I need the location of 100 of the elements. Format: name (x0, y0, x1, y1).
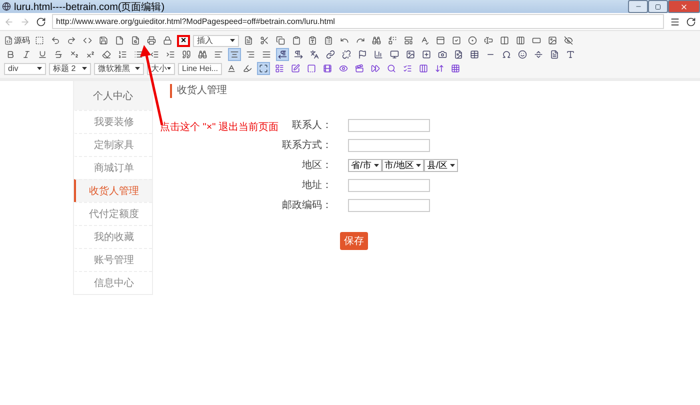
minimize-icon (634, 3, 642, 10)
highlight-icon[interactable] (241, 62, 254, 75)
grid-icon[interactable] (449, 62, 462, 75)
video-icon[interactable] (321, 62, 334, 75)
caret-icon (135, 67, 140, 70)
omega-icon[interactable] (500, 48, 513, 61)
unlink-icon[interactable] (340, 48, 353, 61)
page-break-icon[interactable] (532, 48, 545, 61)
underline-icon[interactable] (36, 48, 49, 61)
region-select[interactable]: 县/区 (424, 158, 458, 172)
insert-select[interactable]: 插入 (193, 34, 239, 46)
redo-icon[interactable] (65, 34, 78, 47)
media-icon[interactable] (353, 62, 366, 75)
maximize-icon (655, 4, 661, 10)
file-info-icon[interactable] (548, 48, 561, 61)
page-title: 收货人管理 (170, 84, 227, 98)
eraser-icon[interactable] (100, 48, 113, 61)
image-button-icon[interactable] (546, 34, 559, 47)
field-label: 地区： (302, 158, 332, 172)
undo-icon[interactable] (49, 34, 62, 47)
text-field-icon[interactable] (482, 34, 495, 47)
link-icon[interactable] (324, 48, 337, 61)
align-center-icon[interactable] (228, 48, 241, 61)
caret-icon (167, 67, 171, 70)
binoculars-icon[interactable] (196, 48, 209, 61)
field-label: 联系人： (292, 118, 332, 132)
region-select[interactable]: 省/市 (348, 158, 382, 172)
annotation-text: 点击这个 "×" 退出当前页面 (160, 120, 278, 134)
paste-word-icon[interactable] (322, 34, 335, 47)
caret-icon (230, 39, 235, 42)
heading-select[interactable]: 标题 2 (49, 62, 91, 74)
input-field[interactable] (348, 198, 430, 212)
show-blocks-icon[interactable] (273, 62, 286, 75)
template-icon[interactable] (242, 34, 255, 47)
new-page-icon[interactable] (113, 34, 126, 47)
replace-icon[interactable] (386, 34, 399, 47)
image-icon[interactable] (404, 48, 417, 61)
select-all-icon[interactable] (33, 34, 46, 47)
input-field[interactable] (348, 178, 430, 192)
print-icon[interactable] (145, 34, 158, 47)
flag-icon[interactable] (356, 48, 369, 61)
caret-icon (416, 164, 422, 166)
line-height-select[interactable]: Line Hei... (178, 62, 222, 74)
search-icon[interactable] (385, 62, 398, 75)
smiley-icon[interactable] (516, 48, 529, 61)
menu-icon[interactable] (670, 16, 680, 26)
find-icon[interactable] (370, 34, 383, 47)
camera-icon[interactable] (436, 48, 449, 61)
field-label: 邮政编码： (282, 198, 332, 212)
refresh-icon[interactable] (686, 16, 696, 26)
address-field[interactable]: http://www.wware.org/guieditor.html?ModPagespeed=off#betrain.com/luru.html (52, 14, 664, 29)
form-field-icon[interactable] (434, 34, 447, 47)
plus-icon[interactable] (420, 48, 433, 61)
hidden-field-icon[interactable] (562, 34, 575, 47)
font-select[interactable]: 微软雅黑 (94, 62, 144, 74)
caret-icon (450, 164, 455, 166)
forward-icon[interactable] (369, 62, 382, 75)
size-select[interactable]: 大小 (147, 62, 175, 74)
source-button[interactable]: 源码 (4, 35, 30, 46)
ltr-icon[interactable] (276, 48, 289, 61)
copy-icon[interactable] (274, 34, 287, 47)
caret-icon (374, 164, 379, 166)
checkbox-icon[interactable] (450, 34, 463, 47)
reload-icon[interactable] (36, 16, 46, 26)
font-icon[interactable] (564, 48, 577, 61)
quote-icon[interactable] (180, 48, 193, 61)
caret-icon (82, 67, 87, 70)
input-field[interactable] (348, 138, 430, 152)
field-label: 联系方式： (282, 138, 332, 152)
browser-icon (2, 2, 11, 11)
field-label: 地址： (302, 178, 332, 192)
maximize-icon[interactable] (257, 62, 270, 75)
columns-icon[interactable] (417, 62, 430, 75)
rtl-icon[interactable] (292, 48, 305, 61)
numbered-list-icon[interactable] (116, 48, 129, 61)
table-icon[interactable] (468, 48, 481, 61)
monitor-icon[interactable] (388, 48, 401, 61)
chart-icon[interactable] (372, 48, 385, 61)
paste-text-icon[interactable] (306, 34, 319, 47)
cut-icon[interactable] (258, 34, 271, 47)
lock-icon[interactable] (161, 34, 174, 47)
code-file-icon (4, 36, 13, 45)
close-editor-button[interactable]: × (177, 34, 190, 46)
radio-icon[interactable] (466, 34, 479, 47)
maximize-button[interactable] (648, 0, 668, 13)
strikethrough-icon[interactable] (52, 48, 65, 61)
preview-icon[interactable] (129, 34, 142, 47)
paste-icon[interactable] (290, 34, 303, 47)
close-icon (680, 2, 688, 10)
file-icon[interactable] (452, 48, 465, 61)
format-select[interactable]: div (4, 62, 46, 74)
save-button[interactable]: 保存 (340, 232, 368, 250)
region-select[interactable]: 市/地区 (382, 158, 424, 172)
save-icon[interactable] (97, 34, 110, 47)
input-field[interactable] (348, 118, 430, 132)
caret-icon (37, 67, 42, 70)
sidebar-title: 个人中心 (74, 81, 152, 110)
div-icon[interactable] (305, 62, 318, 75)
text-color-icon[interactable] (225, 62, 238, 75)
window-title: luru.html----betrain.com(页面编辑) (14, 0, 166, 14)
